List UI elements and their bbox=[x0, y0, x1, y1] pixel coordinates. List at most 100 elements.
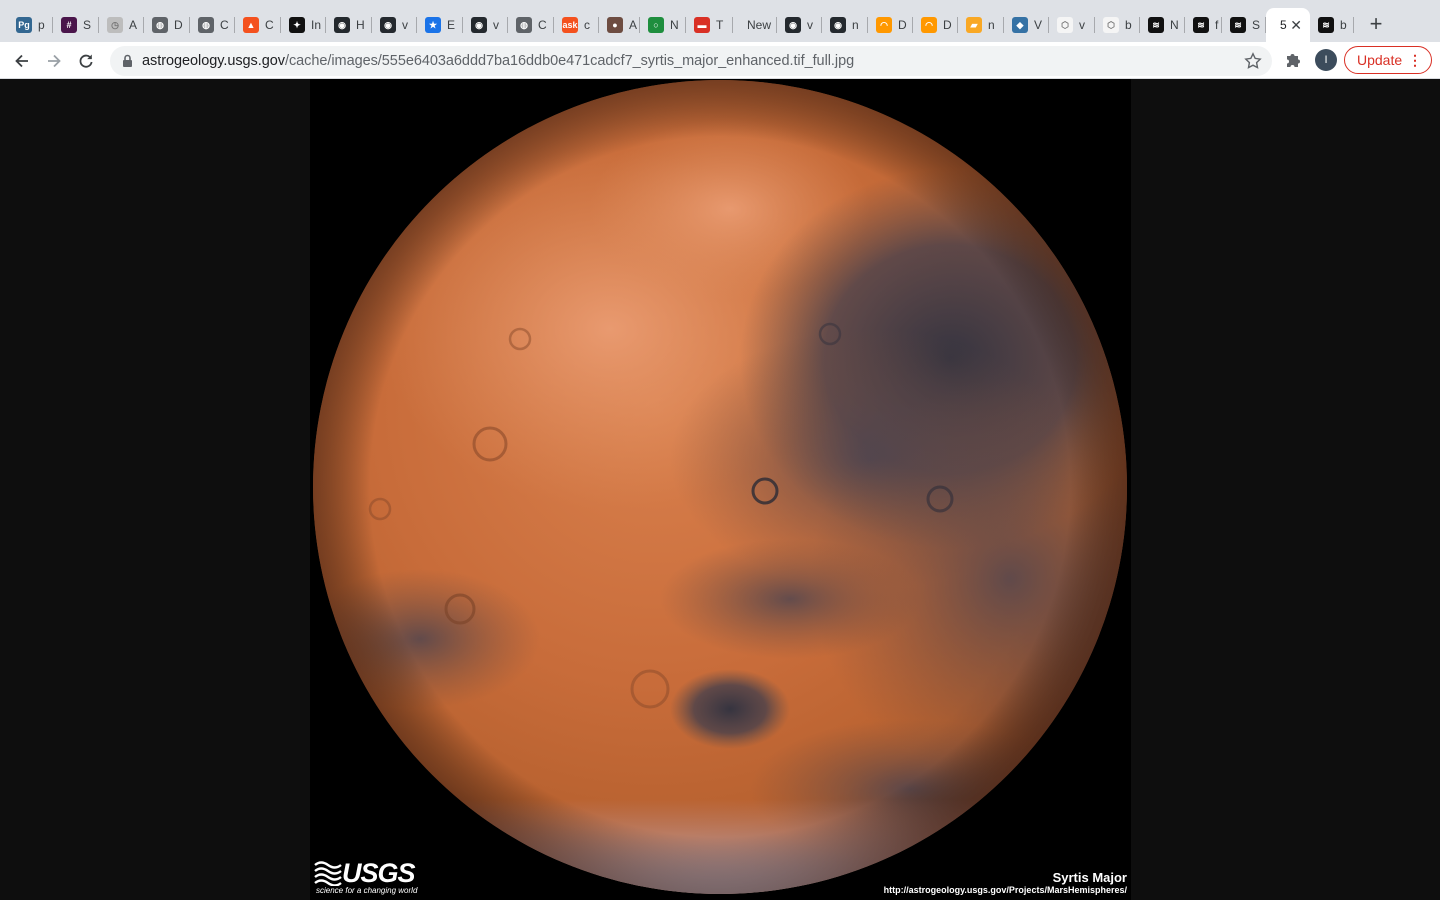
browser-tab[interactable]: ◍ D bbox=[144, 8, 190, 42]
url-text[interactable]: astrogeology.usgs.gov/cache/images/555e6… bbox=[142, 53, 854, 69]
browser-tab[interactable]: ◷ A bbox=[99, 8, 144, 42]
usgs-wordmark: USGS bbox=[342, 858, 416, 888]
forward-arrow-icon bbox=[48, 54, 61, 68]
browser-tab[interactable]: ◍ C bbox=[508, 8, 554, 42]
github-icon: ◉ bbox=[471, 17, 487, 33]
globe-icon: ◍ bbox=[152, 17, 168, 33]
postgres-icon: Pg bbox=[16, 17, 32, 33]
browser-tab[interactable]: ◉ v bbox=[372, 8, 417, 42]
tab-title: n bbox=[988, 18, 995, 32]
tab-title: D bbox=[898, 18, 907, 32]
wave-icon: ≋ bbox=[1193, 17, 1209, 33]
browser-tab[interactable]: ▰ n bbox=[958, 8, 1004, 42]
image-caption-url: http://astrogeology.usgs.gov/Projects/Ma… bbox=[883, 885, 1127, 895]
back-arrow-icon bbox=[15, 54, 28, 68]
browser-tab[interactable]: ● A bbox=[599, 8, 640, 42]
usgs-tagline: science for a changing world bbox=[316, 886, 418, 895]
browser-tab[interactable]: ○ N bbox=[640, 8, 686, 42]
browser-tab[interactable]: ◠ D bbox=[868, 8, 913, 42]
browser-tab[interactable]: ◉ n bbox=[822, 8, 868, 42]
ring-icon: ○ bbox=[648, 17, 664, 33]
kebab-menu-icon[interactable]: ⋮ bbox=[1408, 47, 1422, 73]
tab-title: N bbox=[1170, 18, 1179, 32]
tab-title: T bbox=[716, 18, 724, 32]
browser-tab[interactable]: ⬡ b bbox=[1095, 8, 1140, 42]
tab-title: In bbox=[311, 18, 321, 32]
page-viewport: USGS science for a changing world Syrtis… bbox=[0, 79, 1440, 900]
tab-title: A bbox=[629, 18, 638, 32]
usgs-logo: USGS science for a changing world bbox=[314, 858, 422, 898]
github-icon: ◉ bbox=[380, 17, 396, 33]
github-icon: ◉ bbox=[830, 17, 846, 33]
browser-tab[interactable]: ⬡ v bbox=[1049, 8, 1095, 42]
image-caption-title: Syrtis Major bbox=[1052, 870, 1127, 885]
book-icon: ▰ bbox=[966, 17, 982, 33]
browser-tab[interactable]: New bbox=[733, 8, 777, 42]
browser-tab[interactable]: ◉ v bbox=[777, 8, 822, 42]
mars-image: USGS science for a changing world Syrtis… bbox=[310, 79, 1131, 900]
tab-title: c bbox=[584, 18, 590, 32]
url-host: astrogeology.usgs.gov bbox=[142, 53, 285, 69]
avatar-icon: ● bbox=[607, 17, 623, 33]
browser-tab[interactable]: ≋ b bbox=[1310, 8, 1354, 42]
github-icon: ◉ bbox=[334, 17, 350, 33]
profile-avatar[interactable]: I bbox=[1315, 49, 1337, 71]
tab-strip: Pg p # S ◷ A ◍ D ◍ C ▲ C ✦ In ◉ H ◉ v ★ E ◉ v ◍ Cask c ● A ○ N ▬ T New ◉… bbox=[0, 0, 1440, 42]
reload-icon bbox=[79, 54, 93, 68]
tab-title: p bbox=[38, 18, 45, 32]
close-tab-icon[interactable]: ✕ bbox=[1290, 17, 1302, 33]
star-icon: ★ bbox=[425, 17, 441, 33]
python-icon: ◆ bbox=[1012, 17, 1028, 33]
browser-tab[interactable]: ≋ N bbox=[1140, 8, 1185, 42]
tab-separator bbox=[1353, 17, 1354, 33]
arc-icon: ◠ bbox=[876, 17, 892, 33]
tab-title: C bbox=[265, 18, 274, 32]
browser-tab[interactable]: ◆ V bbox=[1004, 8, 1049, 42]
url-path: /cache/images/555e6403a6ddd7ba16ddb0e471… bbox=[284, 53, 855, 69]
browser-tab[interactable]: ◉ v bbox=[463, 8, 508, 42]
browser-tab[interactable]: ask c bbox=[554, 8, 599, 42]
tab-title: v bbox=[402, 18, 408, 32]
update-label: Update bbox=[1357, 52, 1403, 68]
forward-button[interactable] bbox=[43, 50, 65, 72]
wave-icon: ≋ bbox=[1148, 17, 1164, 33]
globe-icon: ◍ bbox=[516, 17, 532, 33]
browser-tab[interactable]: ◉ H bbox=[326, 8, 372, 42]
tab-title: b bbox=[1125, 18, 1132, 32]
tab-title: E bbox=[447, 18, 456, 32]
browser-tab[interactable]: ≋ S bbox=[1222, 8, 1266, 42]
back-button[interactable] bbox=[11, 50, 33, 72]
extensions-puzzle-icon[interactable] bbox=[1283, 50, 1303, 70]
tab-title: D bbox=[943, 18, 952, 32]
slack-icon: # bbox=[61, 17, 77, 33]
lock-icon[interactable] bbox=[122, 54, 133, 68]
hex-icon: ⬡ bbox=[1057, 17, 1073, 33]
tab-title: S bbox=[83, 18, 92, 32]
browser-tab[interactable]: ★ E bbox=[417, 8, 463, 42]
tab-title: C bbox=[220, 18, 229, 32]
tab-title: V bbox=[1034, 18, 1043, 32]
pentagon-icon: ✦ bbox=[289, 17, 305, 33]
browser-tab[interactable]: ▲ C bbox=[235, 8, 281, 42]
wave-icon: ≋ bbox=[1318, 17, 1334, 33]
browser-tab[interactable]: ◠ D bbox=[913, 8, 958, 42]
address-bar[interactable]: astrogeology.usgs.gov/cache/images/555e6… bbox=[110, 46, 1272, 76]
browser-tab[interactable]: 5 ✕ bbox=[1266, 8, 1310, 42]
bookmark-star-icon[interactable] bbox=[1244, 52, 1262, 70]
browser-tab[interactable]: # S bbox=[53, 8, 99, 42]
browser-tab[interactable]: ≋ f bbox=[1185, 8, 1222, 42]
browser-tab[interactable]: ◍ C bbox=[190, 8, 235, 42]
tab-title: N bbox=[670, 18, 679, 32]
browser-tab[interactable]: ▬ T bbox=[686, 8, 733, 42]
github-icon: ◉ bbox=[785, 17, 801, 33]
browser-tab[interactable]: ✦ In bbox=[281, 8, 326, 42]
browser-toolbar: astrogeology.usgs.gov/cache/images/555e6… bbox=[0, 42, 1440, 79]
arc-icon: ◠ bbox=[921, 17, 937, 33]
ask-icon: ask bbox=[562, 17, 578, 33]
tab-title: D bbox=[174, 18, 183, 32]
update-button[interactable]: Update ⋮ bbox=[1344, 46, 1432, 74]
new-tab-button[interactable]: + bbox=[1364, 13, 1388, 37]
browser-tab[interactable]: Pg p bbox=[8, 8, 53, 42]
reload-button[interactable] bbox=[75, 50, 97, 72]
tab-title: H bbox=[356, 18, 365, 32]
